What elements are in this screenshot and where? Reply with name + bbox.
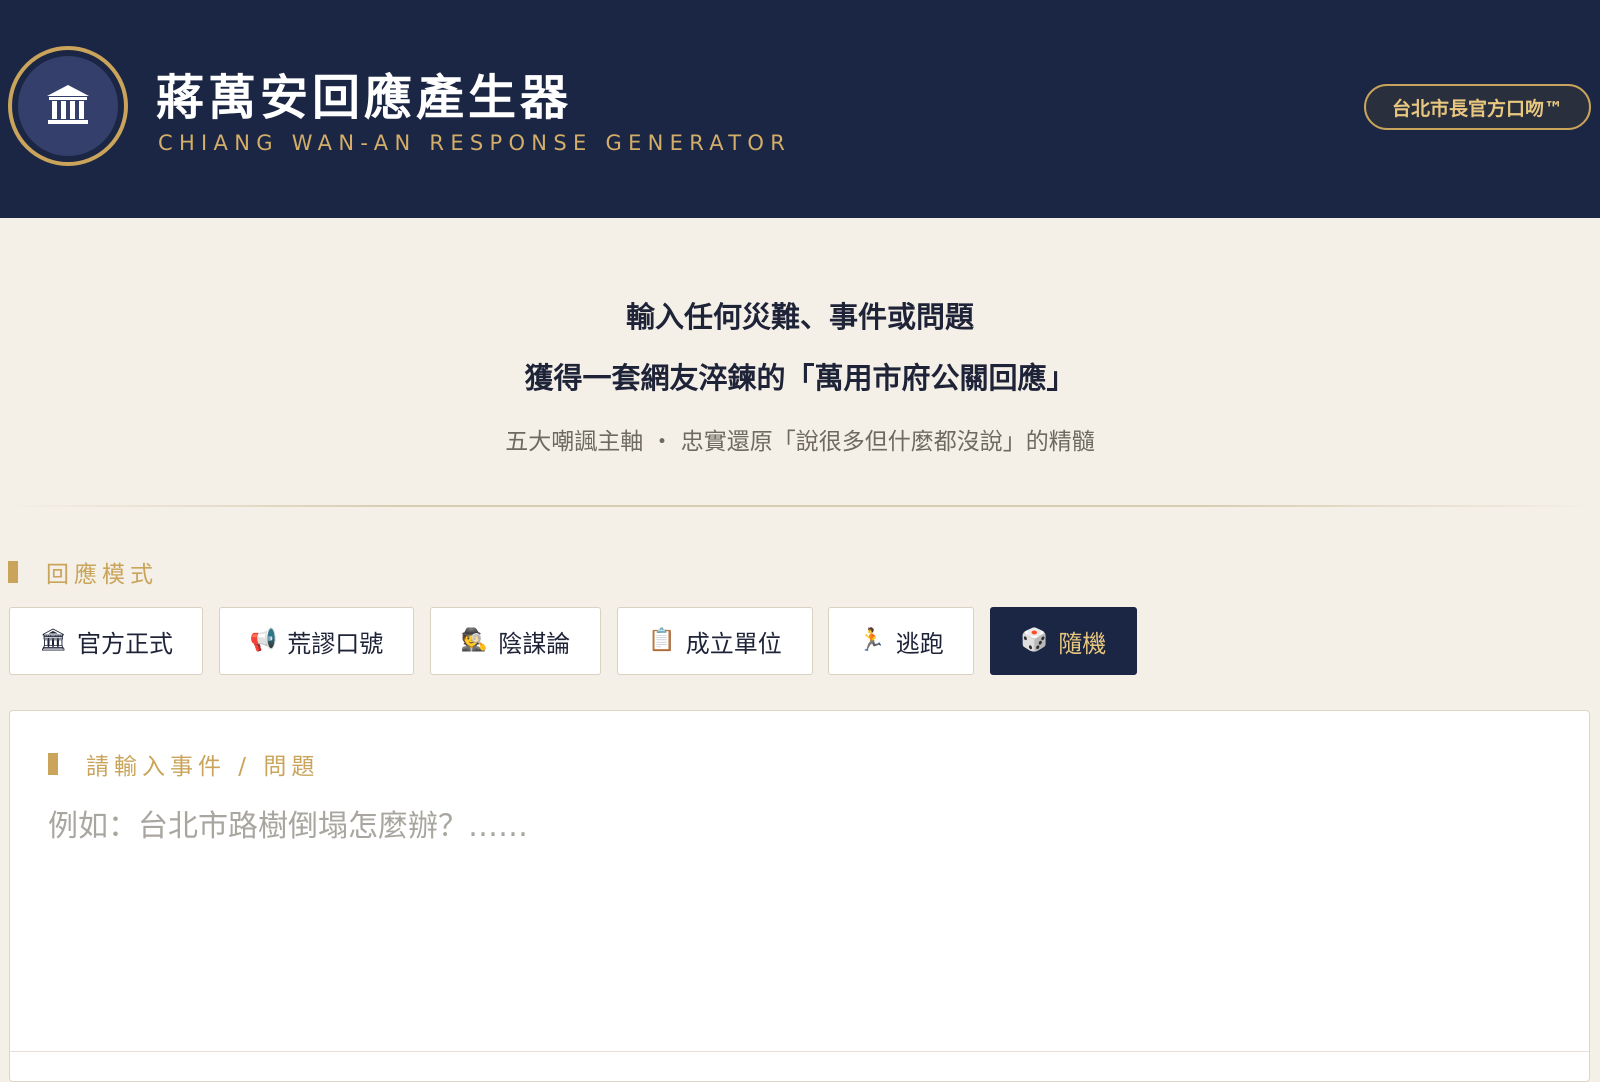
clipboard-icon: 📋 — [648, 628, 676, 653]
section-divider — [0, 505, 1600, 507]
label-accent-bar — [48, 753, 58, 775]
running-person-icon: 🏃 — [858, 628, 886, 653]
mode-button-new-unit[interactable]: 📋 成立單位 — [617, 607, 813, 675]
mode-button-label: 成立單位 — [685, 629, 782, 658]
mode-section-label: 回應模式 — [8, 555, 158, 589]
event-input[interactable] — [46, 799, 1546, 1029]
label-accent-bar — [8, 561, 18, 583]
app-header: 蔣萬安回應產生器 CHIANG WAN-AN RESPONSE GENERATO… — [0, 0, 1600, 218]
government-building-icon — [47, 85, 89, 124]
mode-button-random[interactable]: 🎲 隨機 — [990, 607, 1137, 675]
logo — [8, 46, 128, 166]
mode-button-label: 官方正式 — [76, 629, 173, 658]
panel-divider — [10, 1051, 1589, 1052]
intro-heading-line1: 輸入任何災難、事件或問題 — [625, 300, 974, 334]
app-subtitle: CHIANG WAN-AN RESPONSE GENERATOR — [158, 131, 792, 155]
official-tone-badge: 台北市長官方口吻™ — [1364, 84, 1591, 130]
intro-subtitle: 五大嘲諷主軸 ・ 忠實還原「說很多但什麼都沒說」的精髓 — [505, 429, 1095, 455]
dice-icon: 🎲 — [1020, 628, 1049, 653]
mode-button-conspiracy[interactable]: 🕵 陰謀論 — [430, 607, 601, 675]
detective-icon: 🕵 — [460, 628, 489, 653]
mode-button-official[interactable]: 🏛 官方正式 — [9, 607, 203, 675]
mode-button-label: 荒謬口號 — [287, 629, 384, 658]
mode-button-escape[interactable]: 🏃 逃跑 — [828, 607, 974, 675]
app-title: 蔣萬安回應產生器 — [156, 70, 573, 126]
intro-heading-line2: 獲得一套網友淬鍊的「萬用市府公關回應」 — [524, 361, 1076, 395]
input-section-label: 請輸入事件 / 問題 — [48, 747, 319, 781]
input-panel: 請輸入事件 / 問題 — [9, 710, 1590, 1082]
mode-button-label: 隨機 — [1058, 629, 1107, 658]
government-building-icon: 🏛 — [39, 628, 67, 653]
mode-button-label: 逃跑 — [895, 629, 944, 658]
mode-button-label: 陰謀論 — [498, 629, 571, 658]
megaphone-icon: 📢 — [249, 628, 278, 653]
mode-button-slogan[interactable]: 📢 荒謬口號 — [219, 607, 414, 675]
